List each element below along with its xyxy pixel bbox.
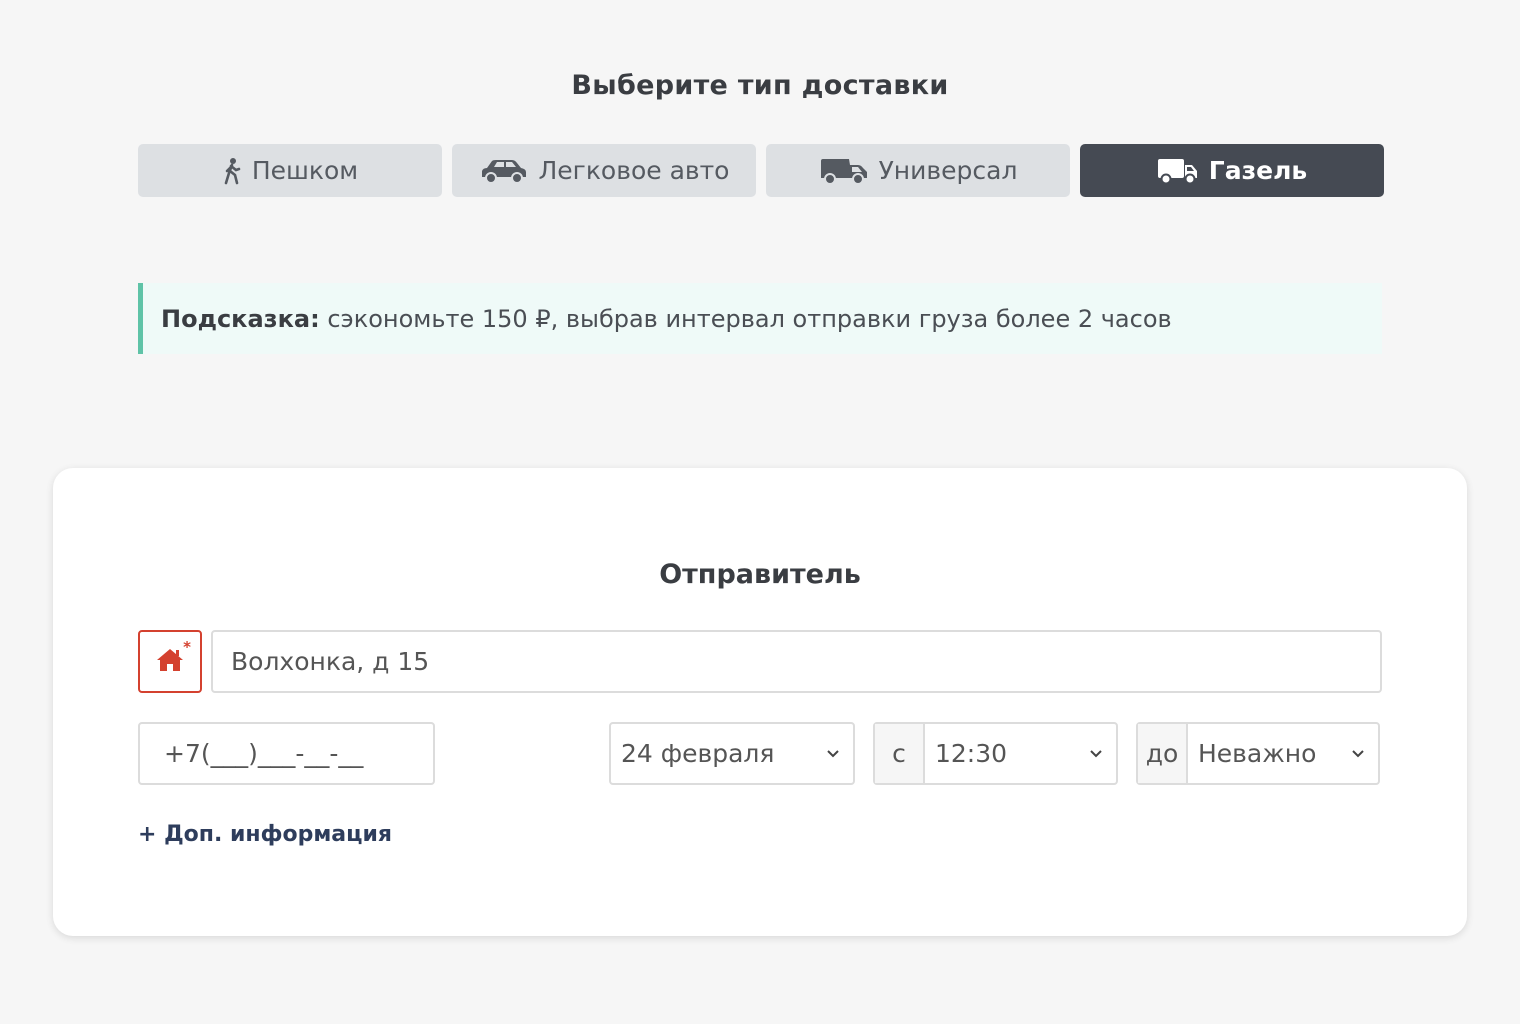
- date-select[interactable]: 24 февраля: [609, 722, 855, 785]
- van-icon: [819, 157, 869, 185]
- time-to-select[interactable]: до Неважно: [1136, 722, 1380, 785]
- chevron-down-icon: [1338, 749, 1378, 758]
- truck-icon: [1157, 157, 1199, 185]
- tab-van[interactable]: Универсал: [766, 144, 1070, 197]
- phone-input[interactable]: [164, 739, 433, 768]
- tab-label: Универсал: [878, 156, 1018, 185]
- tab-car[interactable]: Легковое авто: [452, 144, 756, 197]
- tab-label: Легковое авто: [538, 156, 730, 185]
- required-mark: *: [183, 638, 191, 656]
- delivery-type-tabs: Пешком Легковое авто Универсал Газель: [138, 144, 1384, 197]
- address-type-button[interactable]: *: [138, 630, 202, 693]
- sender-card: Отправитель * 24 февраля с 12:30: [53, 468, 1467, 936]
- home-icon: [155, 647, 185, 677]
- delivery-type-heading: Выберите тип доставки: [571, 70, 949, 101]
- time-from-value: 12:30: [935, 739, 1008, 768]
- hint-label: Подсказка:: [161, 304, 320, 333]
- tab-label: Газель: [1208, 156, 1308, 185]
- page: Выберите тип доставки Пешком Легковое ав…: [0, 0, 1520, 1024]
- walking-person-icon: [222, 157, 242, 185]
- phone-field[interactable]: [138, 722, 435, 785]
- sender-title: Отправитель: [659, 559, 861, 590]
- time-to-prefix: до: [1138, 724, 1188, 783]
- chevron-down-icon: [1076, 749, 1116, 758]
- time-from-select[interactable]: с 12:30: [873, 722, 1118, 785]
- time-from-prefix: с: [875, 724, 925, 783]
- address-field[interactable]: [211, 630, 1382, 693]
- chevron-down-icon: [813, 749, 853, 758]
- date-value: 24 февраля: [621, 739, 775, 768]
- more-info-link[interactable]: + Доп. информация: [138, 822, 392, 847]
- hint-text: сэкономьте 150 ₽, выбрав интервал отправ…: [319, 304, 1172, 333]
- hint-banner: Подсказка: сэкономьте 150 ₽, выбрав инте…: [138, 283, 1382, 354]
- address-input[interactable]: [231, 647, 1380, 676]
- car-icon: [479, 157, 529, 185]
- tab-walking[interactable]: Пешком: [138, 144, 442, 197]
- time-to-value: Неважно: [1198, 739, 1317, 768]
- tab-label: Пешком: [251, 156, 359, 185]
- tab-gazelle[interactable]: Газель: [1080, 144, 1384, 197]
